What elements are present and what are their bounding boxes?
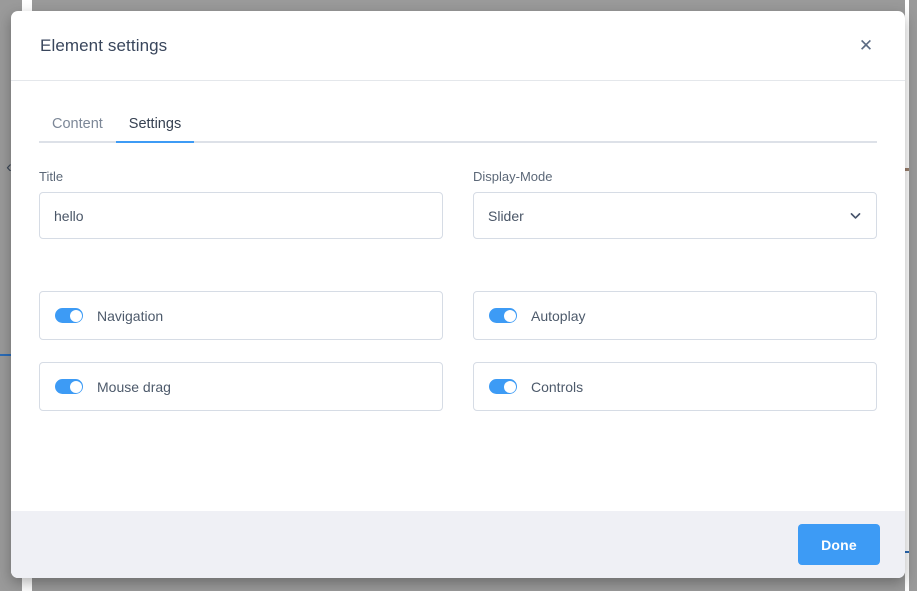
controls-label: Controls: [531, 378, 584, 395]
tab-settings[interactable]: Settings: [115, 116, 195, 143]
switch-knob: [503, 309, 516, 322]
mouse-drag-switch[interactable]: [55, 379, 83, 394]
title-field-group: Title: [39, 169, 443, 239]
controls-switch[interactable]: [489, 379, 517, 394]
dialog-title: Element settings: [40, 35, 168, 55]
toggle-row-autoplay[interactable]: Autoplay: [473, 291, 877, 340]
toggle-row-controls[interactable]: Controls: [473, 362, 877, 411]
toggle-row-navigation[interactable]: Navigation: [39, 291, 443, 340]
display-mode-select[interactable]: Slider: [473, 192, 877, 239]
close-icon[interactable]: ✕: [851, 31, 881, 61]
done-button[interactable]: Done: [798, 524, 880, 565]
navigation-label: Navigation: [97, 307, 164, 324]
title-input[interactable]: [39, 192, 443, 239]
switch-knob: [69, 309, 82, 322]
display-mode-value: Slider: [488, 207, 524, 224]
dialog-body: Title Display-Mode Slider Navigati: [11, 143, 905, 511]
dialog-footer: Done: [11, 511, 905, 578]
navigation-switch[interactable]: [55, 308, 83, 323]
mouse-drag-label: Mouse drag: [97, 378, 171, 395]
toggle-row-mouse-drag[interactable]: Mouse drag: [39, 362, 443, 411]
autoplay-switch[interactable]: [489, 308, 517, 323]
tab-content[interactable]: Content: [39, 116, 116, 143]
autoplay-label: Autoplay: [531, 307, 586, 324]
tab-bar-wrapper: Content Settings: [11, 81, 905, 143]
dialog-header: Element settings ✕: [11, 11, 905, 81]
display-mode-field-group: Display-Mode Slider: [473, 169, 877, 239]
tab-bar: Content Settings: [39, 105, 877, 143]
switch-knob: [503, 380, 516, 393]
element-settings-dialog: Element settings ✕ Content Settings Titl…: [11, 11, 905, 578]
chevron-down-icon: [849, 209, 862, 222]
toggle-options-grid: Navigation Autoplay Mouse drag Controls: [39, 291, 877, 411]
display-mode-label: Display-Mode: [473, 169, 553, 184]
form-row-fields: Title Display-Mode Slider: [39, 169, 877, 239]
backdrop-right-edge: [909, 0, 917, 591]
switch-knob: [69, 380, 82, 393]
title-field-label: Title: [39, 169, 64, 184]
